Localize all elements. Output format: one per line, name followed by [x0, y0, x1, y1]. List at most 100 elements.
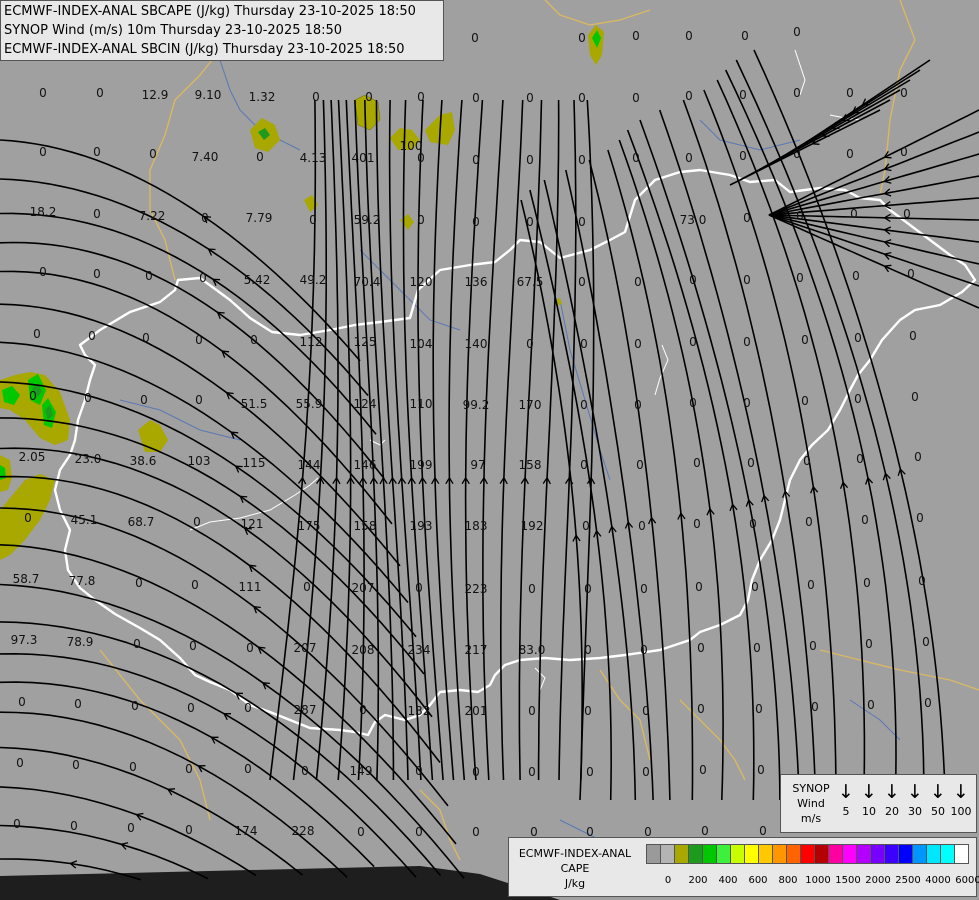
cin-value-label: 0 [244, 762, 252, 776]
cin-value-label: 0 [632, 29, 640, 43]
cin-value-label: 0 [96, 86, 104, 100]
cin-value-label: 0 [84, 391, 92, 405]
cin-value-label: 0 [695, 580, 703, 594]
cin-value-label: 0 [29, 389, 37, 403]
cin-value-label: 0 [636, 458, 644, 472]
cin-value-label: 5.42 [244, 273, 271, 287]
cin-value-label: 0 [685, 89, 693, 103]
down-arrow-icon: ↓ [861, 781, 877, 803]
cin-value-label: 77.8 [69, 574, 96, 588]
cape-color-scale [646, 844, 969, 864]
cin-value-label: 0 [693, 517, 701, 531]
cin-value-label: 0 [189, 639, 197, 653]
cin-value-label: 110 [410, 397, 433, 411]
cape-color-swatch [702, 844, 717, 864]
cin-value-label: 0 [301, 764, 309, 778]
cin-value-label: 73.0 [680, 213, 707, 227]
cin-value-label: 0 [856, 452, 864, 466]
cin-value-label: 7.40 [192, 150, 219, 164]
wind-legend-value: 5 [842, 805, 850, 818]
wind-legend-title-line2: Wind [797, 797, 825, 810]
cin-value-label: 0 [417, 151, 425, 165]
cin-value-label: 0 [918, 574, 926, 588]
cin-value-label: 0 [526, 153, 534, 167]
wind-legend-value: 10 [862, 805, 876, 818]
cape-color-swatch [898, 844, 913, 864]
cin-value-label: 0 [793, 147, 801, 161]
cin-value-label: 0 [701, 824, 709, 838]
cin-value-label: 4.13 [300, 151, 327, 165]
cin-value-label: 0 [689, 335, 697, 349]
cin-value-label: 0 [642, 704, 650, 718]
cin-value-label: 0 [749, 517, 757, 531]
cape-color-swatch [954, 844, 969, 864]
cin-value-label: 0 [865, 637, 873, 651]
cin-value-label: 0 [867, 698, 875, 712]
wind-legend-title-line1: SYNOP [792, 782, 830, 795]
cin-value-label: 0 [809, 639, 817, 653]
cin-value-label: 0 [365, 90, 373, 104]
cin-value-label: 0 [757, 763, 765, 777]
down-arrow-icon: ↓ [884, 781, 900, 803]
cin-value-label: 121 [241, 517, 264, 531]
wind-legend-value: 100 [950, 805, 972, 818]
cin-value-label: 0 [16, 756, 24, 770]
cin-value-label: 0 [472, 825, 480, 839]
cin-value-label: 55.9 [296, 397, 323, 411]
cin-value-label: 0 [93, 207, 101, 221]
cin-value-label: 0 [743, 396, 751, 410]
cin-value-label: 0 [303, 580, 311, 594]
wind-legend: SYNOP Wind m/s ↓ 5 ↓ 10 ↓ 20 ↓ 30 ↓ 50 ↓ 100 [780, 774, 977, 833]
cin-value-label: 0 [640, 582, 648, 596]
cin-value-label: 0 [244, 701, 252, 715]
cin-value-label: 0 [850, 207, 858, 221]
cin-value-label: 0 [584, 582, 592, 596]
cin-value-label: 192 [521, 519, 544, 533]
down-arrow-icon: ↓ [953, 781, 969, 803]
cin-value-label: 0 [472, 215, 480, 229]
cin-value-label: 0 [199, 271, 207, 285]
cin-value-label: 111 [239, 580, 262, 594]
cin-value-label: 0 [634, 398, 642, 412]
cin-value-label: 0 [359, 703, 367, 717]
cin-value-label: 18.2 [30, 205, 57, 219]
cin-value-label: 0 [755, 702, 763, 716]
cin-value-label: 0 [528, 765, 536, 779]
cin-value-label: 0 [127, 821, 135, 835]
cin-value-label: 0 [854, 392, 862, 406]
cin-value-label: 0 [743, 211, 751, 225]
cin-value-label: 0 [74, 697, 82, 711]
cin-value-label: 0 [145, 269, 153, 283]
cin-value-label: 158 [519, 458, 542, 472]
cin-value-label: 0 [93, 145, 101, 159]
cin-value-label: 97.3 [11, 633, 38, 647]
cin-value-label: 0 [472, 91, 480, 105]
cin-value-label: 234 [408, 643, 431, 657]
cape-legend-title-line1: ECMWF-INDEX-ANAL [518, 847, 632, 860]
cape-color-swatch [828, 844, 843, 864]
cape-tick-label: 2000 [865, 875, 891, 886]
cin-value-label: 0 [846, 86, 854, 100]
cin-value-label: 0 [256, 150, 264, 164]
cin-value-label: 9.10 [195, 88, 222, 102]
cin-value-label: 51.5 [241, 397, 268, 411]
cin-value-label: 0 [803, 454, 811, 468]
cin-value-label: 146 [354, 458, 377, 472]
cin-value-label: 0 [417, 213, 425, 227]
title-cape: ECMWF-INDEX-ANAL SBCAPE (J/kg) Thursday … [4, 4, 416, 19]
wind-legend-item: ↓ 5 [835, 779, 857, 818]
wind-legend-title-line3: m/s [800, 812, 822, 825]
weather-map[interactable]: 0 0 0 0 0 0 0 0 0 0 0 12.9 9.10 1.32 0 0 0 0 0 0 0 0 0 0 0 0 0 0 0 7.… [0, 0, 979, 900]
cape-color-swatch [758, 844, 773, 864]
cin-value-label: 58.7 [13, 572, 40, 586]
cin-value-label: 0 [632, 91, 640, 105]
cape-tick-label: 200 [688, 875, 708, 886]
cape-color-swatch [856, 844, 871, 864]
cin-value-label: 0 [39, 145, 47, 159]
cape-tick-label: 4000 [925, 875, 951, 886]
cin-value-label: 67.5 [517, 275, 544, 289]
cin-value-label: 0 [133, 637, 141, 651]
cin-value-label: 136 [465, 275, 488, 289]
cin-value-label: 0 [914, 450, 922, 464]
cin-value-label: 70.4 [354, 275, 381, 289]
